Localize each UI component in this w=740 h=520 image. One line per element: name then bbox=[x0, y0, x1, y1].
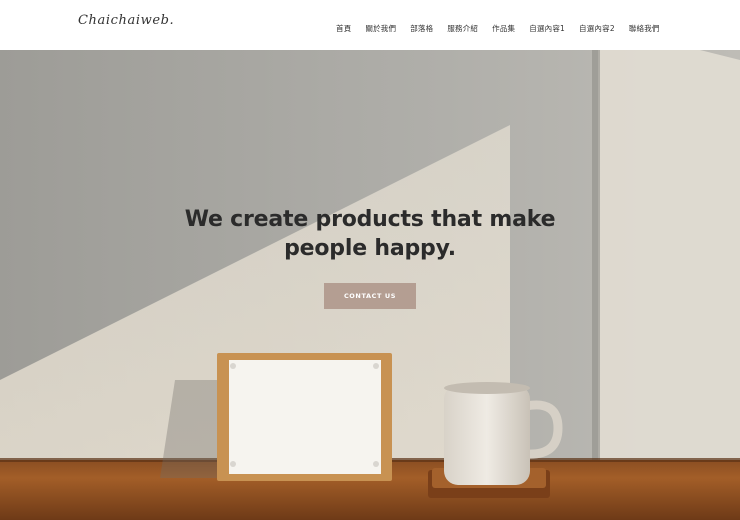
frame-pin bbox=[373, 461, 379, 467]
nav-item-about: 關於我們 bbox=[365, 16, 396, 35]
nav-item-services: 服務介紹 bbox=[447, 16, 478, 35]
hero-title-line-2: people happy. bbox=[284, 236, 456, 261]
nav-link-portfolio[interactable]: 作品集 bbox=[492, 24, 515, 33]
nav-link-blog[interactable]: 部落格 bbox=[410, 24, 433, 33]
contact-us-button[interactable]: CONTACT US bbox=[324, 283, 416, 309]
hero-title: We create products that make people happ… bbox=[0, 205, 740, 263]
nav-link-custom-2[interactable]: 自選內容2 bbox=[579, 24, 615, 33]
nav-link-about[interactable]: 關於我們 bbox=[365, 24, 396, 33]
mug-rim bbox=[444, 382, 530, 394]
nav-link-contact[interactable]: 聯絡我們 bbox=[629, 24, 660, 33]
nav-item-contact: 聯絡我們 bbox=[629, 16, 660, 35]
nav-link-home[interactable]: 首頁 bbox=[336, 24, 351, 33]
hero-title-line-1: We create products that make bbox=[184, 207, 556, 232]
coffee-mug bbox=[444, 385, 530, 485]
main-menu: 首頁 關於我們 部落格 服務介紹 作品集 自選內容1 自選內容2 聯絡我們 bbox=[336, 0, 660, 50]
site-logo[interactable]: Chaichaiweb. bbox=[78, 13, 174, 28]
nav-item-home: 首頁 bbox=[336, 16, 351, 35]
frame-paper bbox=[229, 360, 381, 474]
frame-pin bbox=[230, 461, 236, 467]
nav-item-blog: 部落格 bbox=[410, 16, 433, 35]
nav-link-services[interactable]: 服務介紹 bbox=[447, 24, 478, 33]
nav-item-custom-1: 自選內容1 bbox=[529, 16, 565, 35]
nav-link-custom-1[interactable]: 自選內容1 bbox=[529, 24, 565, 33]
navbar: Chaichaiweb. 首頁 關於我們 部落格 服務介紹 作品集 自選內容1 … bbox=[0, 0, 740, 50]
nav-item-custom-2: 自選內容2 bbox=[579, 16, 615, 35]
hero-section: We create products that make people happ… bbox=[0, 50, 740, 520]
nav-item-portfolio: 作品集 bbox=[492, 16, 515, 35]
frame-pin bbox=[230, 363, 236, 369]
frame-pin bbox=[373, 363, 379, 369]
